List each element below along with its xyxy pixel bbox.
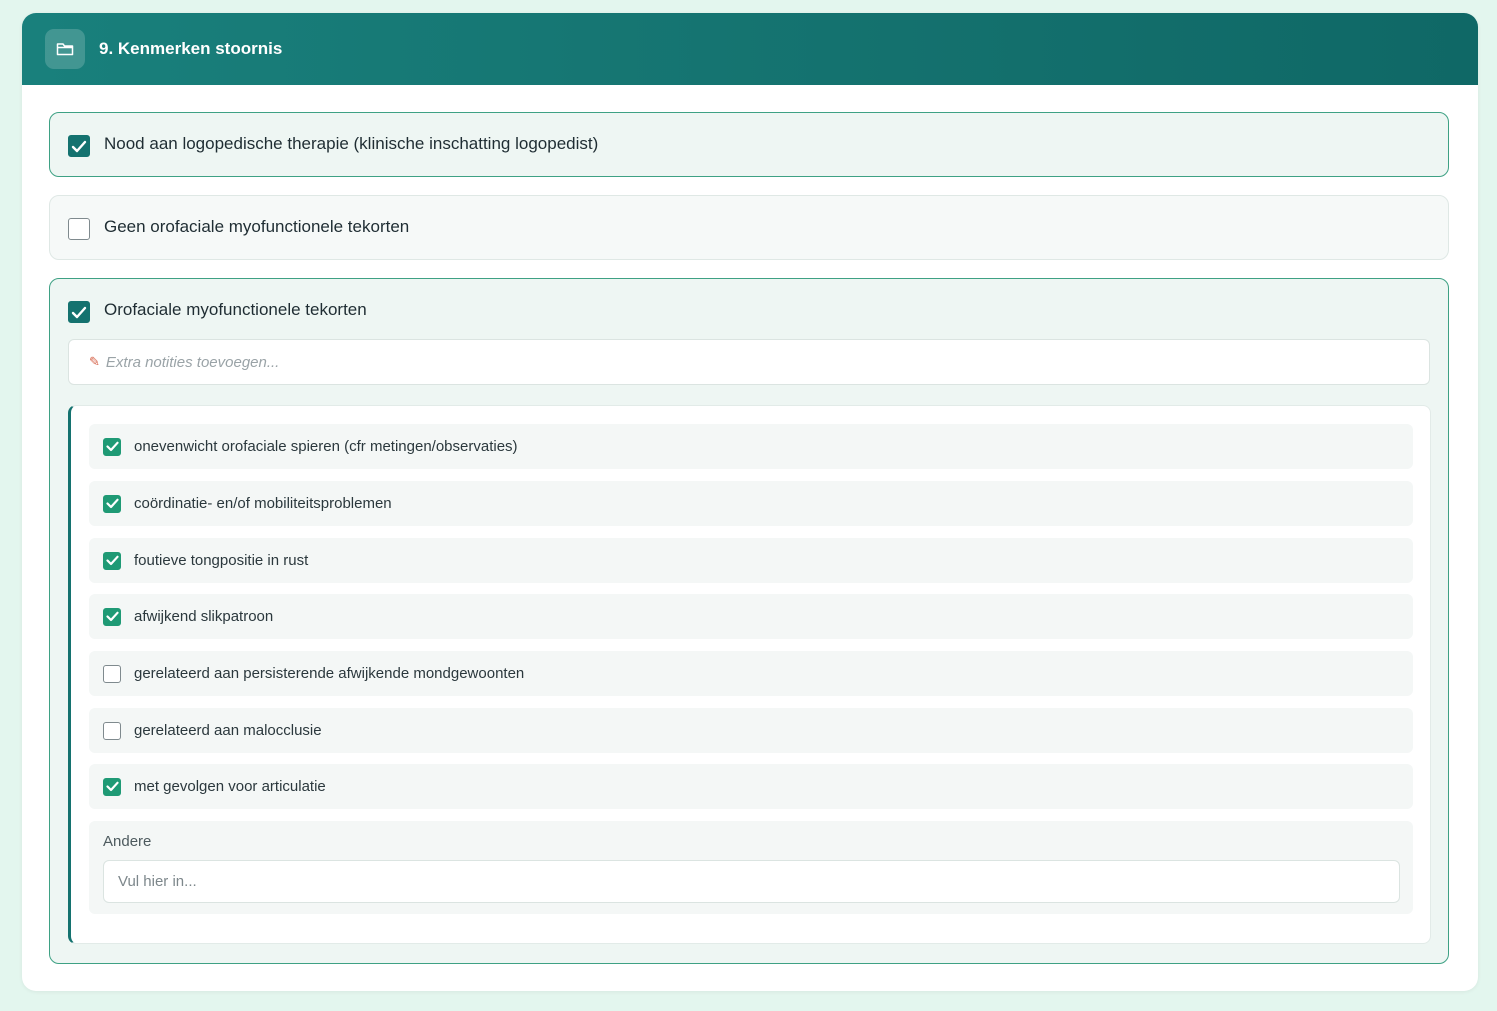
checkmark-icon xyxy=(105,498,119,509)
sub-item-label: gerelateerd aan malocclusie xyxy=(134,722,322,739)
sub-item-checkbox[interactable] xyxy=(103,607,121,626)
section-card: 9. Kenmerken stoornis Nood aan logopedis… xyxy=(22,13,1478,991)
sub-item[interactable]: gerelateerd aan malocclusie xyxy=(89,708,1413,753)
checkmark-icon xyxy=(105,441,119,452)
checkmark-icon xyxy=(71,306,87,318)
sub-item-checkbox[interactable] xyxy=(103,437,121,456)
sub-item[interactable]: onevenwicht orofaciale spieren (cfr meti… xyxy=(89,424,1413,469)
checkmark-icon xyxy=(105,611,119,622)
section-title: 9. Kenmerken stoornis xyxy=(99,39,283,58)
sub-item-checkbox[interactable] xyxy=(103,664,121,683)
sub-item-checkbox[interactable] xyxy=(103,551,121,570)
option-checkbox[interactable] xyxy=(68,301,90,323)
sub-item-checkbox[interactable] xyxy=(103,721,121,740)
sub-item-checkbox[interactable] xyxy=(103,494,121,513)
option-geen-tekorten[interactable]: Geen orofaciale myofunctionele tekorten xyxy=(49,195,1449,260)
pencil-memo-icon: ✎ xyxy=(89,354,100,369)
notes-input[interactable]: ✎ Extra notities toevoegen... xyxy=(68,339,1430,385)
checkmark-icon xyxy=(71,140,87,152)
checkmark-icon xyxy=(105,555,119,566)
sub-item-label: onevenwicht orofaciale spieren (cfr meti… xyxy=(134,438,518,455)
andere-group: Andere Vul hier in... xyxy=(89,821,1413,914)
option-checkbox[interactable] xyxy=(68,135,90,157)
section-header[interactable]: 9. Kenmerken stoornis xyxy=(22,13,1478,85)
sub-item[interactable]: met gevolgen voor articulatie xyxy=(89,764,1413,809)
sub-item-label: gerelateerd aan persisterende afwijkende… xyxy=(134,665,525,682)
folder-icon xyxy=(45,29,85,69)
checkmark-icon xyxy=(105,781,119,792)
andere-label: Andere xyxy=(103,833,152,850)
sub-item-label: met gevolgen voor articulatie xyxy=(134,778,326,795)
sub-item[interactable]: coördinatie- en/of mobiliteitsproblemen xyxy=(89,481,1413,526)
sub-item-checkbox[interactable] xyxy=(103,777,121,796)
andere-placeholder: Vul hier in... xyxy=(118,873,197,890)
sub-item-label: foutieve tongpositie in rust xyxy=(134,552,309,569)
andere-input[interactable]: Vul hier in... xyxy=(103,860,1400,903)
sub-item-label: coördinatie- en/of mobiliteitsproblemen xyxy=(134,495,392,512)
option-label: Orofaciale myofunctionele tekorten xyxy=(104,300,367,319)
sub-item-label: afwijkend slikpatroon xyxy=(134,608,274,625)
sub-item[interactable]: gerelateerd aan persisterende afwijkende… xyxy=(89,651,1413,696)
option-nood-therapie[interactable]: Nood aan logopedische therapie (klinisch… xyxy=(49,112,1449,177)
sub-item[interactable]: foutieve tongpositie in rust xyxy=(89,538,1413,583)
option-orofaciale-tekorten[interactable]: Orofaciale myofunctionele tekorten ✎ Ext… xyxy=(49,278,1449,964)
option-label: Geen orofaciale myofunctionele tekorten xyxy=(104,217,410,236)
sub-options-panel: onevenwicht orofaciale spieren (cfr meti… xyxy=(68,405,1431,944)
notes-placeholder: Extra notities toevoegen... xyxy=(105,353,280,371)
sub-item[interactable]: afwijkend slikpatroon xyxy=(89,594,1413,639)
option-checkbox[interactable] xyxy=(68,218,90,240)
option-label: Nood aan logopedische therapie (klinisch… xyxy=(104,134,599,153)
